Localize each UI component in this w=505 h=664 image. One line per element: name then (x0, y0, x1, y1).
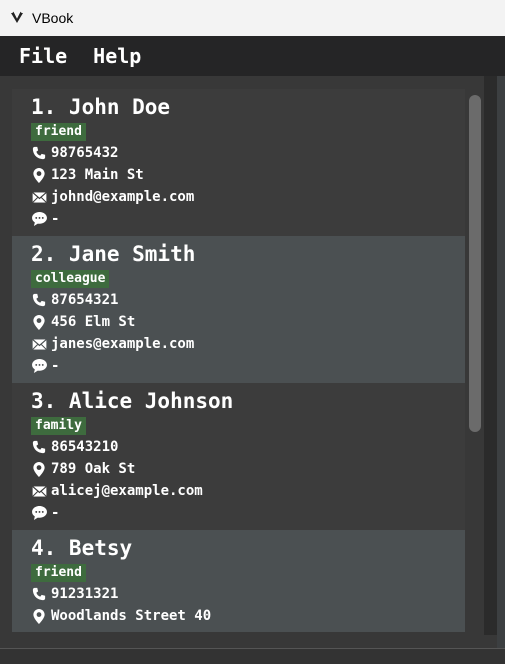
contact-email: janes@example.com (51, 336, 195, 352)
contact-email: johnd@example.com (51, 189, 195, 205)
envelope-icon (31, 336, 47, 352)
contact-tag: family (31, 417, 86, 435)
contact-address: Woodlands Street 40 (51, 608, 212, 624)
contact-card[interactable]: 4. Betsy friend 91231321 Woodlands Stree… (12, 530, 465, 632)
contact-list[interactable]: 1. John Doe friend 98765432 123 Main St … (12, 89, 465, 632)
menu-help[interactable]: Help (93, 44, 141, 68)
window-titlebar: VBook (0, 0, 505, 36)
window-edge (497, 76, 505, 648)
contact-name: 2. Jane Smith (31, 242, 196, 266)
menu-bar: File Help (0, 36, 505, 76)
contact-phone-row: 86543210 (31, 437, 118, 457)
contact-remark-row: - (31, 356, 59, 376)
phone-icon (31, 439, 47, 455)
phone-icon (31, 292, 47, 308)
contact-address-row: 789 Oak St (31, 459, 135, 479)
menu-file[interactable]: File (19, 44, 67, 68)
contact-address-row: 456 Elm St (31, 312, 135, 332)
contact-remark-row: - (31, 503, 59, 523)
location-pin-icon (31, 167, 47, 183)
contact-address: 456 Elm St (51, 314, 136, 330)
contact-email-row: johnd@example.com (31, 187, 194, 207)
contact-remark: - (51, 211, 60, 227)
panel-divider (484, 76, 497, 635)
contact-phone-row: 87654321 (31, 290, 118, 310)
contact-phone-row: 91231321 (31, 584, 118, 604)
speech-bubble-icon (31, 358, 47, 374)
location-pin-icon (31, 608, 47, 624)
location-pin-icon (31, 314, 47, 330)
contact-phone: 87654321 (51, 292, 119, 308)
contact-address: 789 Oak St (51, 461, 136, 477)
contact-email-row: janes@example.com (31, 334, 194, 354)
contact-card[interactable]: 2. Jane Smith colleague 87654321 456 Elm… (12, 236, 465, 383)
contact-address-row: Woodlands Street 40 (31, 606, 211, 626)
contact-name: 4. Betsy (31, 536, 133, 560)
speech-bubble-icon (31, 505, 47, 521)
contact-phone: 91231321 (51, 586, 119, 602)
status-bar (0, 648, 505, 664)
phone-icon (31, 586, 47, 602)
contact-remark: - (51, 505, 60, 521)
contact-phone-row: 98765432 (31, 143, 118, 163)
contact-email: alicej@example.com (51, 483, 203, 499)
contact-name: 1. John Doe (31, 95, 171, 119)
contact-tag: friend (31, 564, 86, 582)
contact-card[interactable]: 3. Alice Johnson family 86543210 789 Oak… (12, 383, 465, 530)
scrollbar-thumb[interactable] (469, 95, 481, 432)
envelope-icon (31, 483, 47, 499)
contact-address: 123 Main St (51, 167, 144, 183)
phone-icon (31, 145, 47, 161)
contact-remark: - (51, 358, 60, 374)
envelope-icon (31, 189, 47, 205)
contact-card[interactable]: 1. John Doe friend 98765432 123 Main St … (12, 89, 465, 236)
contact-remark-row: - (31, 209, 59, 229)
contact-phone: 98765432 (51, 145, 119, 161)
contact-name: 3. Alice Johnson (31, 389, 234, 413)
contact-tag: friend (31, 123, 86, 141)
speech-bubble-icon (31, 211, 47, 227)
app-logo-icon (9, 10, 25, 26)
location-pin-icon (31, 461, 47, 477)
window-title: VBook (32, 10, 74, 26)
contact-email-row: alicej@example.com (31, 481, 203, 501)
contact-tag: colleague (31, 270, 110, 288)
contact-address-row: 123 Main St (31, 165, 144, 185)
contact-phone: 86543210 (51, 439, 119, 455)
